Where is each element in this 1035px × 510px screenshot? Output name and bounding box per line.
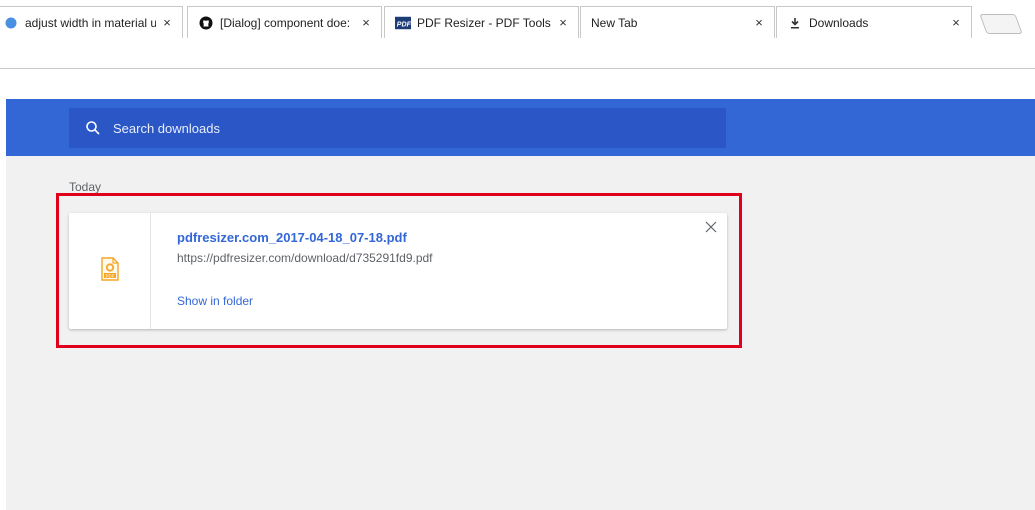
tab-close-icon[interactable]: × [949, 15, 963, 30]
search-box[interactable] [69, 108, 726, 148]
svg-text:PDF: PDF [397, 20, 411, 28]
tab-adjust-width[interactable]: adjust width in material u × [0, 6, 183, 38]
tab-title: [Dialog] component doe: [220, 15, 351, 30]
new-tab-button[interactable] [979, 14, 1023, 34]
tab-title: PDF Resizer - PDF Tools [417, 15, 551, 30]
browser-toolbar [0, 40, 1035, 69]
downloads-header [6, 99, 1035, 156]
tab-close-icon[interactable]: × [752, 15, 766, 30]
search-icon [85, 120, 101, 136]
tab-downloads[interactable]: Downloads × [776, 6, 972, 38]
pdf-resizer-icon: PDF [395, 15, 411, 31]
tab-pdf-resizer[interactable]: PDF PDF Resizer - PDF Tools × [384, 6, 579, 38]
file-name-link[interactable]: pdfresizer.com_2017-04-18_07-18.pdf [177, 230, 407, 245]
downloads-page: Today PDF pdfresizer.com_2017-04-18_07-1… [6, 70, 1035, 510]
tab-dialog-component[interactable]: [Dialog] component doe: × [187, 6, 382, 38]
file-source-url[interactable]: https://pdfresizer.com/download/d735291f… [177, 251, 433, 265]
tab-close-icon[interactable]: × [160, 15, 174, 30]
tab-new-tab[interactable]: New Tab × [580, 6, 775, 38]
github-icon [198, 15, 214, 31]
download-item: PDF pdfresizer.com_2017-04-18_07-18.pdf … [69, 213, 727, 329]
close-icon [705, 220, 717, 238]
day-label: Today [69, 180, 102, 194]
page-top-spacer [6, 70, 1035, 99]
search-input[interactable] [113, 120, 613, 136]
chrome-icon [3, 15, 19, 31]
tab-title: Downloads [809, 15, 869, 30]
show-in-folder-link[interactable]: Show in folder [177, 294, 253, 308]
pdf-file-icon: PDF [100, 256, 119, 286]
tab-close-icon[interactable]: × [556, 15, 570, 30]
remove-download-button[interactable] [702, 220, 720, 238]
tab-title: New Tab [591, 15, 638, 30]
pdf-badge-text: PDF [105, 273, 114, 278]
tab-strip: adjust width in material u × [Dialog] co… [0, 0, 1035, 40]
tab-title: adjust width in material u [25, 15, 156, 30]
file-icon-column: PDF [69, 213, 151, 329]
tab-close-icon[interactable]: × [359, 15, 373, 30]
download-icon [787, 15, 803, 31]
